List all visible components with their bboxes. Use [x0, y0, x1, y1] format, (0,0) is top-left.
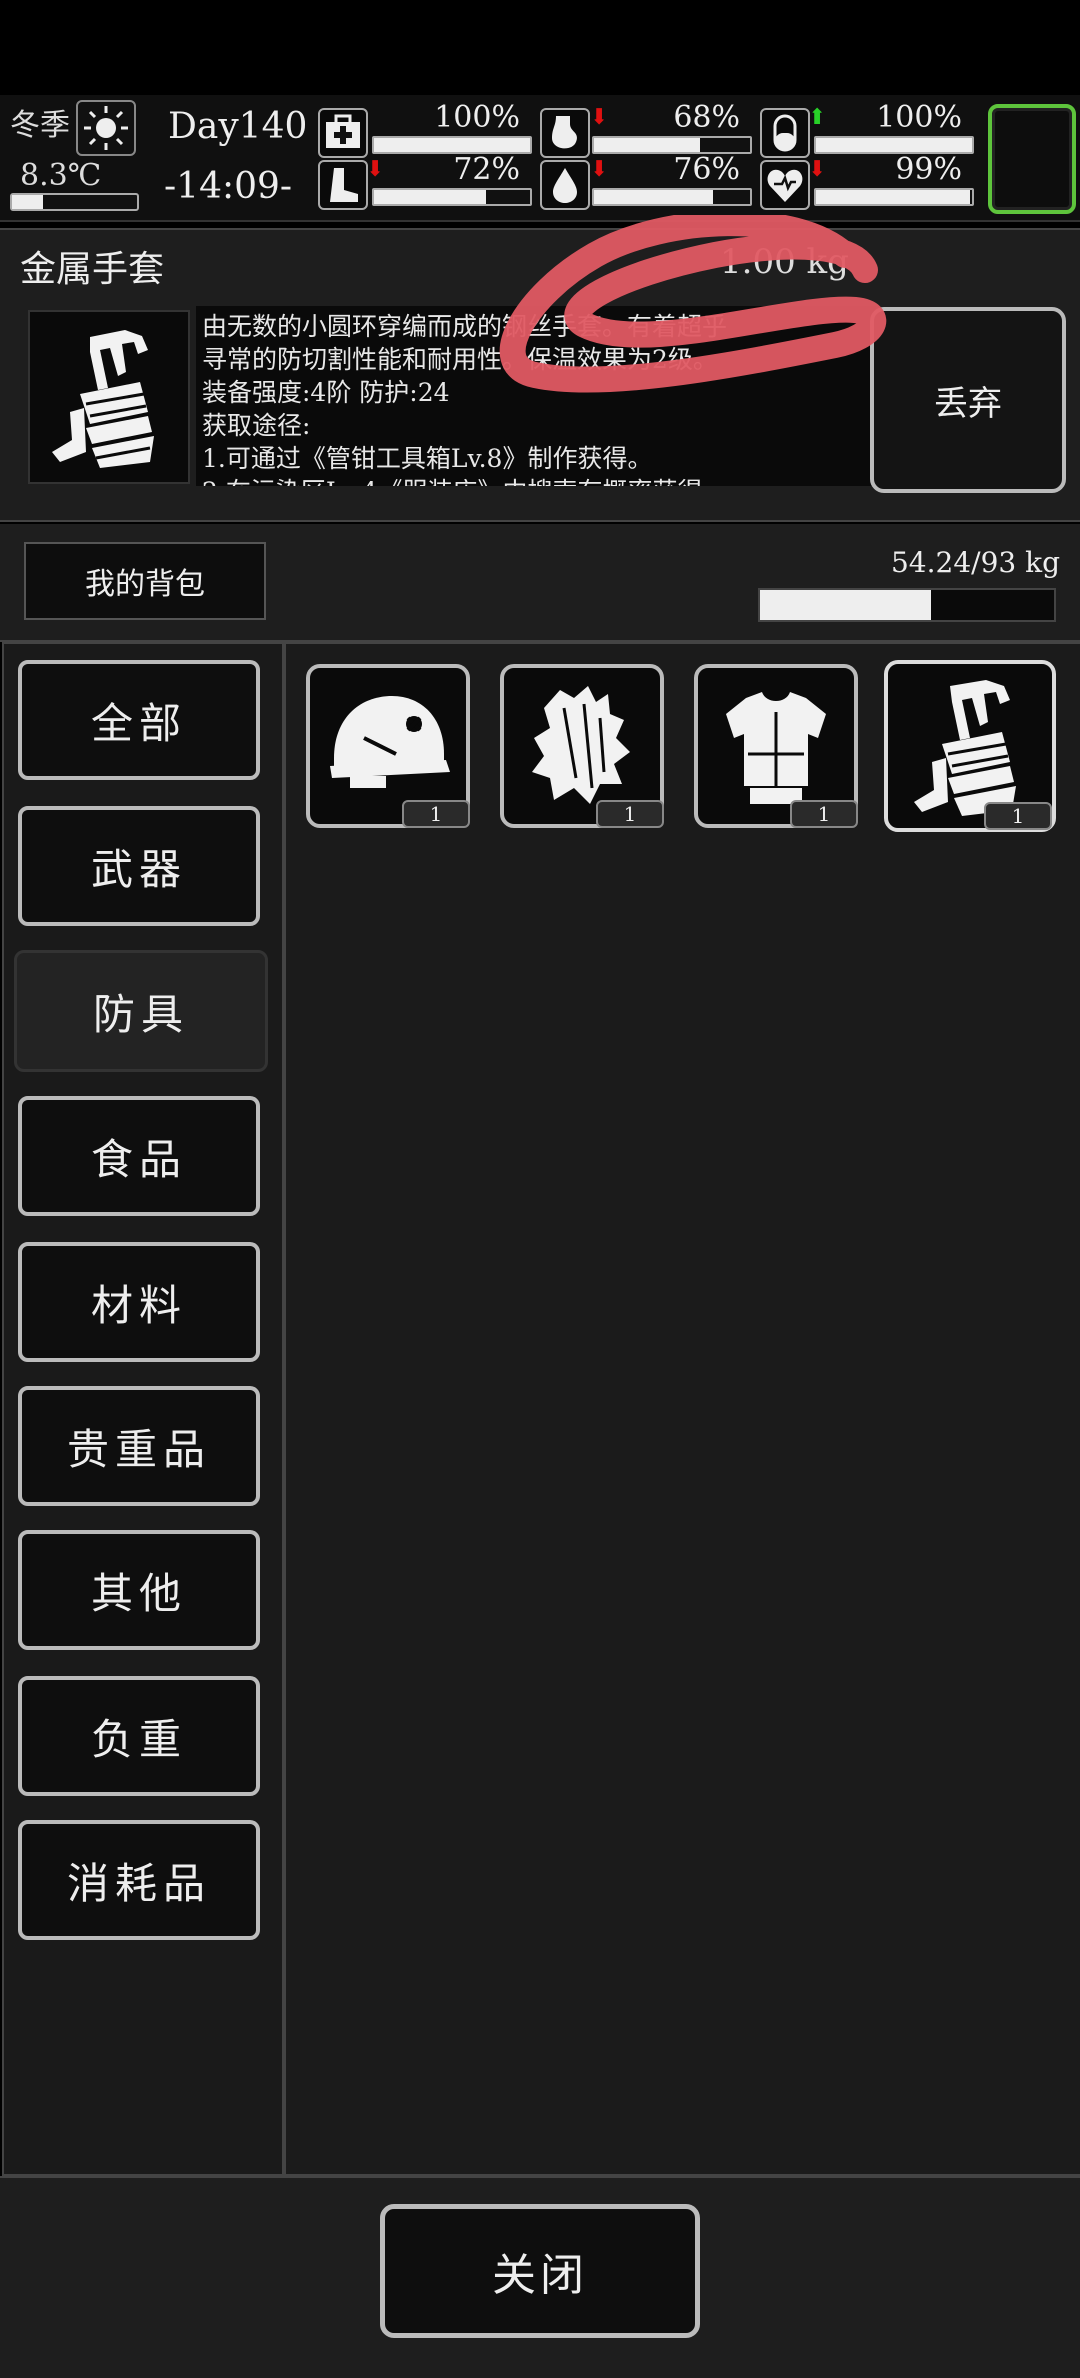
stomach-icon — [540, 108, 590, 158]
temperature-bar-fill — [12, 195, 44, 209]
description-line: 2.在污染区Lv.4《服装店》中搜索有概率获得 — [202, 475, 870, 486]
menu-slot-button[interactable] — [988, 104, 1076, 214]
temperature-bar — [10, 193, 139, 211]
day-counter: Day140 — [168, 106, 308, 147]
health-bar-fill — [374, 138, 530, 152]
item-count: 1 — [402, 800, 470, 828]
bag-weight-text: 54.24/93 kg — [890, 546, 1060, 579]
health-value: 100% — [434, 100, 520, 135]
item-name: 金属手套 — [20, 249, 165, 290]
description-line: 由无数的小圆环穿编而成的钢丝手套。有着超乎 — [202, 312, 728, 341]
category-others[interactable]: 其他 — [18, 1530, 260, 1650]
inventory-slot-selected[interactable]: 1 — [884, 660, 1056, 832]
sun-icon — [76, 100, 136, 156]
close-button[interactable]: 关闭 — [380, 2204, 700, 2338]
item-count: 1 — [790, 800, 858, 828]
inventory-grid — [284, 642, 1080, 2176]
drop-button[interactable]: 丢弃 — [870, 307, 1066, 493]
bag-weight-bar-fill — [760, 590, 932, 620]
hunger-bar-fill — [594, 138, 701, 152]
my-bag-button[interactable]: 我的背包 — [24, 542, 266, 620]
category-food[interactable]: 食品 — [18, 1096, 260, 1216]
bag-weight-bar — [758, 588, 1056, 622]
item-description: 由无数的小圆环穿编而成的钢丝手套。有着超乎 寻常的防切割性能和耐用性。保温效果为… — [196, 306, 876, 486]
vitality-bar — [814, 188, 974, 206]
stamina-value: 72% — [453, 152, 520, 187]
description-line: 寻常的防切割性能和耐用性。保温效果为2级。 — [202, 345, 718, 374]
water-drop-icon — [540, 160, 590, 210]
category-load[interactable]: 负重 — [18, 1676, 260, 1796]
category-materials[interactable]: 材料 — [18, 1242, 260, 1362]
vitality-value: 99% — [895, 152, 962, 187]
item-count: 1 — [984, 802, 1052, 830]
description-line: 1.可通过《管钳工具箱Lv.8》制作获得。 — [202, 444, 653, 473]
medkit-icon — [318, 108, 368, 158]
item-weight: 1.00 kg — [720, 242, 849, 282]
metal-glove-icon — [28, 310, 190, 484]
vitality-trend-down-icon: ⬇ — [808, 156, 827, 182]
thirst-trend-down-icon: ⬇ — [590, 156, 609, 182]
foot-icon — [318, 160, 368, 210]
heart-icon — [760, 160, 810, 210]
mood-trend-up-icon: ⬆ — [808, 104, 827, 130]
game-clock: -14:09- — [164, 166, 293, 207]
mood-value: 100% — [876, 100, 962, 135]
category-weapons[interactable]: 武器 — [18, 806, 260, 926]
description-line: 获取途径: — [202, 411, 311, 440]
mood-bar-fill — [816, 138, 972, 152]
description-line: 装备强度:4阶 防护:24 — [202, 378, 450, 407]
inventory-slot[interactable]: 1 — [694, 664, 858, 828]
season-label: 冬季 — [10, 108, 70, 143]
thirst-bar — [592, 188, 752, 206]
thirst-bar-fill — [594, 190, 713, 204]
hunger-trend-down-icon: ⬇ — [590, 104, 609, 130]
item-count: 1 — [596, 800, 664, 828]
stamina-trend-down-icon: ⬇ — [366, 156, 385, 182]
pill-icon — [760, 108, 810, 158]
category-all[interactable]: 全部 — [18, 660, 260, 780]
category-valuables[interactable]: 贵重品 — [18, 1386, 260, 1506]
thirst-value: 76% — [673, 152, 740, 187]
stamina-bar-fill — [374, 190, 487, 204]
hunger-value: 68% — [673, 100, 740, 135]
category-consumables[interactable]: 消耗品 — [18, 1820, 260, 1940]
temperature-label: 8.3℃ — [20, 158, 102, 193]
inventory-slot[interactable]: 1 — [500, 664, 664, 828]
inventory-slot[interactable]: 1 — [306, 664, 470, 828]
stamina-bar — [372, 188, 532, 206]
category-armor[interactable]: 防具 — [14, 950, 268, 1072]
vitality-bar-fill — [816, 190, 971, 204]
